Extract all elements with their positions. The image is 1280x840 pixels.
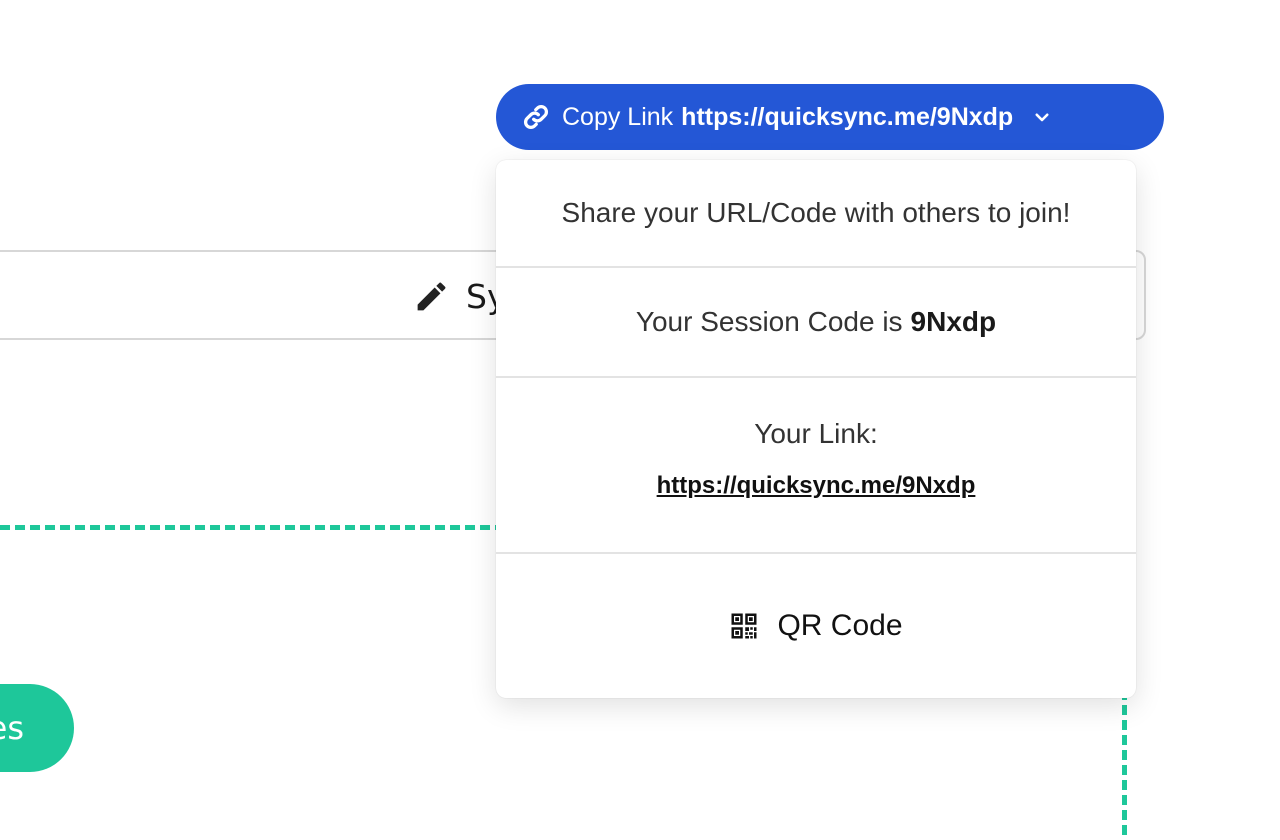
qr-code-label: QR Code (777, 609, 903, 642)
chevron-down-icon[interactable] (1033, 108, 1051, 126)
pencil-icon[interactable] (413, 278, 450, 315)
session-code-prefix: Your Session Code is (635, 306, 903, 337)
share-dropdown: Share your URL/Code with others to join!… (496, 160, 1136, 698)
session-code-value: 9Nxdp (910, 306, 997, 337)
copy-link-url: https://quicksync.me/9Nxdp (681, 102, 1014, 131)
copy-link-button[interactable]: Copy Link https://quicksync.me/9Nxdp (496, 84, 1164, 150)
session-link-row: Your Link: https://quicksync.me/9Nxdp (496, 378, 1136, 554)
copy-link-label: Copy Link (562, 102, 674, 131)
drop-zone-border-right (1122, 690, 1127, 840)
files-button[interactable]: es (0, 684, 74, 772)
qr-code-button[interactable]: QR Code (496, 554, 1136, 698)
session-code-row: Your Session Code is 9Nxdp (496, 268, 1136, 378)
share-instructions: Share your URL/Code with others to join! (561, 197, 1071, 228)
dropdown-header: Share your URL/Code with others to join! (496, 160, 1136, 268)
session-link-url[interactable]: https://quicksync.me/9Nxdp (657, 472, 976, 500)
qrcode-icon (729, 611, 759, 641)
session-link-label: Your Link: (754, 418, 878, 449)
link-icon (522, 103, 550, 131)
session-name-edit[interactable]: Sy (413, 276, 506, 316)
drop-zone-border (0, 525, 520, 530)
files-button-label: es (0, 709, 24, 747)
